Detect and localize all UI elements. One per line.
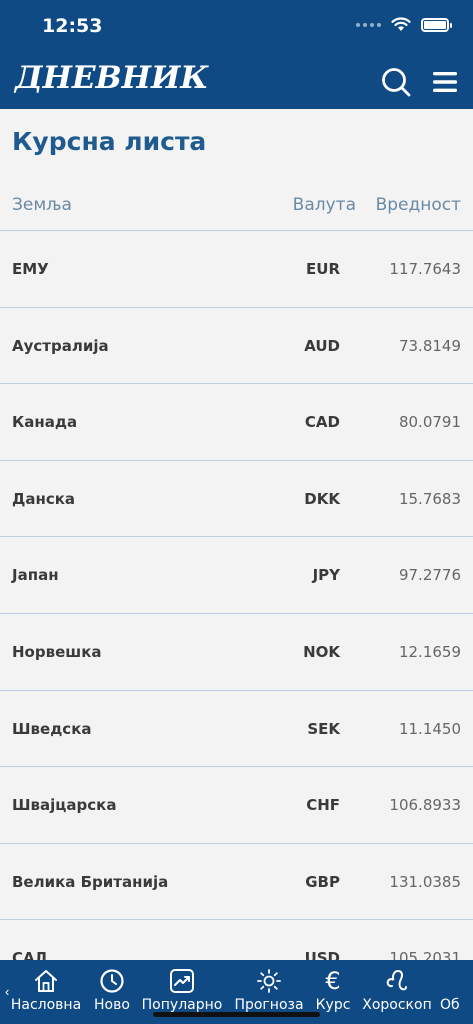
row-country: Канада <box>12 413 78 432</box>
exchange-rate-table: ЕМУ EUR 117.7643 Аустралија AUD 73.8149 … <box>0 231 473 960</box>
row-country: Швајцарска <box>12 796 117 815</box>
cellular-signal-icon <box>356 22 381 27</box>
row-currency-code: CHF <box>306 796 340 815</box>
column-header-value: Вредност <box>375 195 461 215</box>
app-logo[interactable]: ДНЕВНИК <box>15 60 208 96</box>
row-currency-code: SEK <box>307 719 340 738</box>
page-title: Курсна листа <box>12 127 207 156</box>
status-time: 12:53 <box>42 15 103 37</box>
table-row: Јапан JPY 97.2776 <box>0 537 473 614</box>
row-currency-code: EUR <box>306 260 340 278</box>
row-value: 12.1659 <box>398 642 461 661</box>
table-row: Швајцарска CHF 106.8933 <box>0 767 473 844</box>
row-country: Шведска <box>12 719 92 738</box>
table-row: Данска DKK 15.7683 <box>0 461 473 538</box>
tab-label: Насловна <box>10 997 82 1013</box>
row-value: 73.8149 <box>398 336 461 355</box>
table-row: Канада CAD 80.0791 <box>0 384 473 461</box>
tab-more[interactable]: Об <box>440 968 473 1013</box>
row-value: 106.8933 <box>389 796 461 815</box>
clock-icon <box>100 969 124 993</box>
row-currency-code: AUD <box>304 336 340 355</box>
row-value: 117.7643 <box>389 260 461 278</box>
status-bar: 12:53 <box>0 0 473 52</box>
row-currency-code: USD <box>304 949 340 960</box>
row-value: 11.1450 <box>398 719 461 738</box>
content-area[interactable]: Курсна листа Земља Валута Вредност ЕМУ E… <box>0 109 473 960</box>
row-currency-code: JPY <box>312 566 340 585</box>
row-country: Велика Британија <box>12 872 169 891</box>
status-icons <box>356 17 452 32</box>
row-country: Јапан <box>12 566 59 585</box>
row-value: 15.7683 <box>398 489 461 508</box>
row-country: Норвешка <box>12 642 102 661</box>
battery-icon <box>421 17 452 32</box>
sun-icon <box>257 969 281 993</box>
row-value: 97.2776 <box>398 566 461 585</box>
table-row: САД USD 105.2031 <box>0 920 473 960</box>
table-row: Шведска SEK 11.1450 <box>0 691 473 768</box>
tab-label: Курс <box>315 997 351 1013</box>
search-icon[interactable] <box>380 66 412 98</box>
tab-label: Об <box>440 997 460 1013</box>
row-value: 80.0791 <box>398 413 461 432</box>
tab-new[interactable]: Ново <box>92 968 132 1013</box>
row-currency-code: CAD <box>304 413 340 432</box>
trending-icon <box>170 969 194 993</box>
row-value: 131.0385 <box>389 872 461 891</box>
tab-label: Хороскоп <box>362 997 432 1013</box>
tab-horoscope[interactable]: Хороскоп <box>360 968 434 1013</box>
chevron-left-icon[interactable]: ‹ <box>5 984 9 999</box>
row-currency-code: DKK <box>304 489 340 508</box>
row-country: Данска <box>12 489 76 508</box>
tab-label: Прогноза <box>234 997 304 1013</box>
leo-icon <box>386 969 407 991</box>
table-row: Аустралија AUD 73.8149 <box>0 308 473 385</box>
column-header-country: Земља <box>12 195 72 215</box>
tab-popular[interactable]: Популарно <box>140 968 224 1013</box>
app-header: ДНЕВНИК <box>0 52 473 109</box>
row-country: Аустралија <box>12 336 109 355</box>
tab-label: Популарно <box>141 997 223 1013</box>
row-country: ЕМУ <box>12 260 49 278</box>
column-header-currency: Валута <box>292 195 356 215</box>
tab-exchange[interactable]: € Курс <box>312 968 354 1013</box>
table-header: Земља Валута Вредност <box>0 187 473 231</box>
tab-icon-placeholder <box>447 968 473 994</box>
table-row: ЕМУ EUR 117.7643 <box>0 231 473 308</box>
row-currency-code: NOK <box>303 642 340 661</box>
hamburger-menu-icon[interactable] <box>431 70 459 94</box>
tab-home[interactable]: Насловна <box>10 968 82 1013</box>
row-country: САД <box>12 949 48 960</box>
euro-icon: € <box>325 967 341 995</box>
wifi-icon <box>391 17 411 31</box>
tab-label: Ново <box>94 997 130 1013</box>
tab-forecast[interactable]: Прогноза <box>234 968 304 1013</box>
home-indicator <box>153 1012 320 1017</box>
row-value: 105.2031 <box>389 949 461 960</box>
home-icon <box>35 970 57 992</box>
row-currency-code: GBP <box>305 872 340 891</box>
table-row: Норвешка NOK 12.1659 <box>0 614 473 691</box>
table-row: Велика Британија GBP 131.0385 <box>0 844 473 921</box>
